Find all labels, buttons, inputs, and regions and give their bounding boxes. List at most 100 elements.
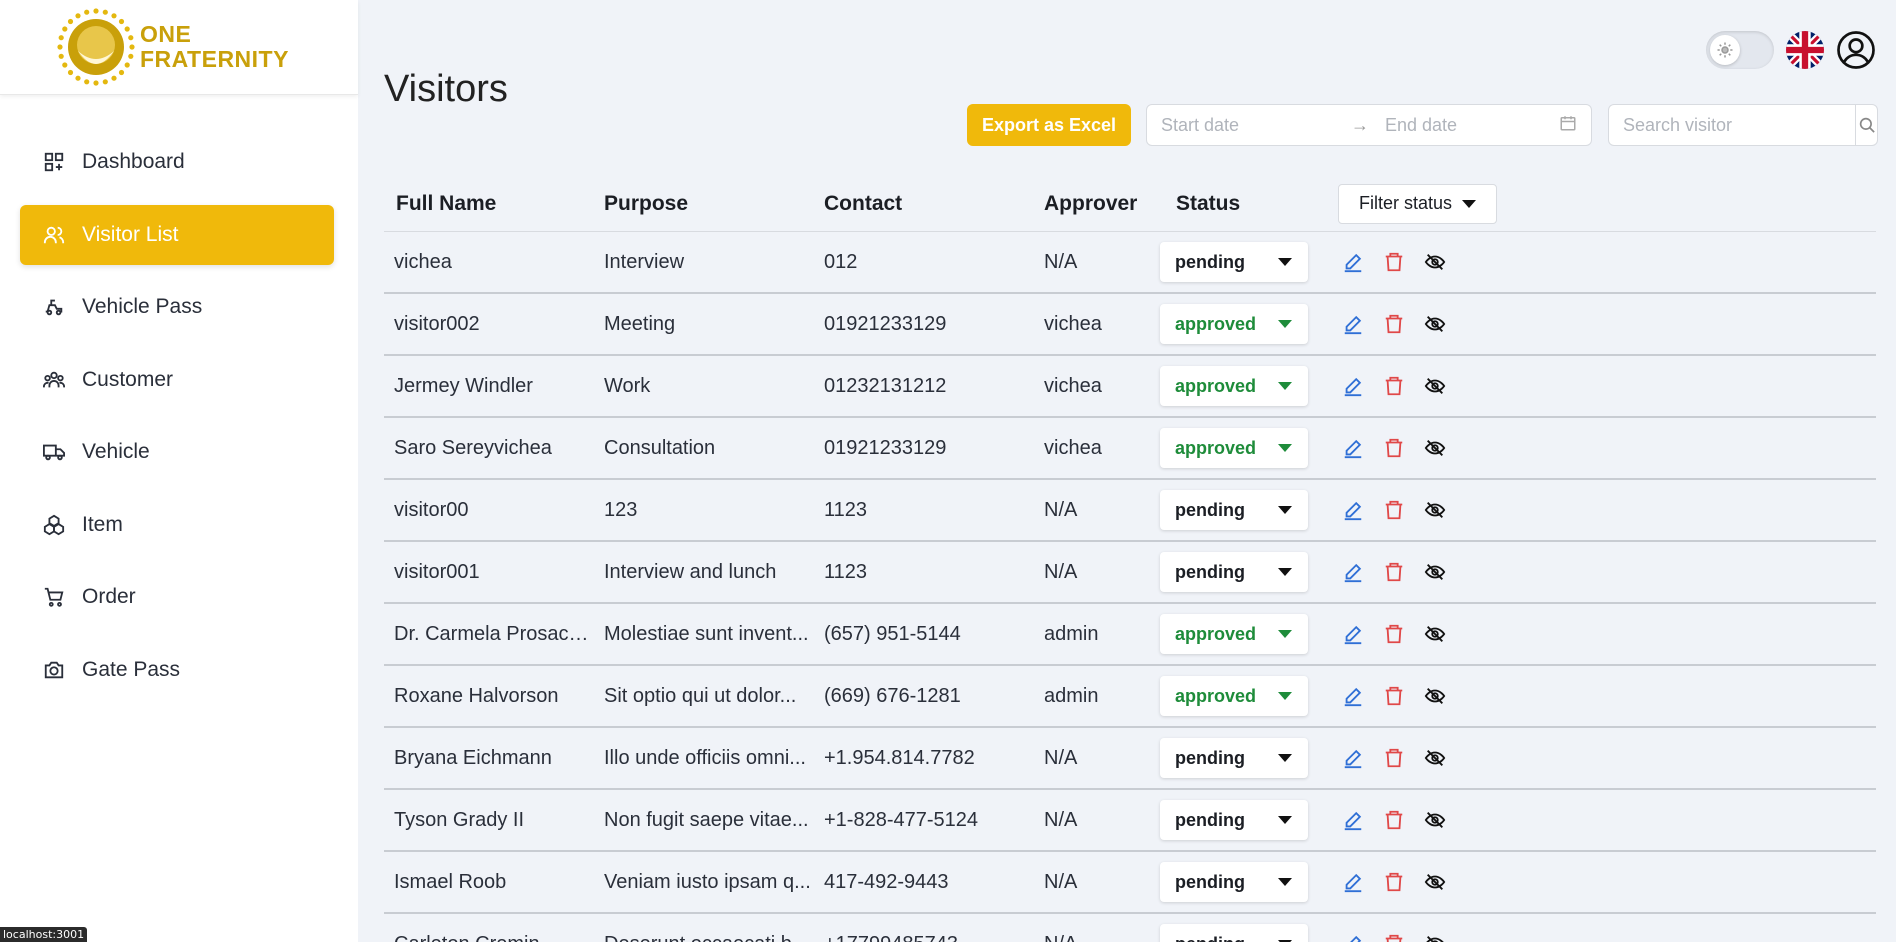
table-row[interactable]: Roxane Halvorson Sit optio qui ut dolor..…	[384, 666, 1876, 728]
table-row[interactable]: visitor00 123 1123 N/A pending	[384, 480, 1876, 542]
edit-icon[interactable]	[1340, 621, 1366, 647]
status-select[interactable]: approved	[1160, 676, 1308, 716]
table-row[interactable]: Bryana Eichmann Illo unde officiis omni..…	[384, 728, 1876, 790]
delete-icon[interactable]	[1381, 683, 1407, 709]
sidebar-item-dashboard[interactable]: Dashboard	[20, 132, 334, 192]
sidebar-item-gate-pass[interactable]: Gate Pass	[20, 640, 334, 700]
column-approver[interactable]: Approver	[1044, 192, 1176, 216]
edit-icon[interactable]	[1340, 249, 1366, 275]
cell-full-name: Tyson Grady II	[394, 808, 525, 831]
edit-icon[interactable]	[1340, 435, 1366, 461]
eye-off-icon[interactable]	[1422, 249, 1448, 275]
brand-logo[interactable]: ONE FRATERNITY	[0, 0, 358, 95]
start-date-input[interactable]: Start date	[1161, 115, 1351, 136]
edit-icon[interactable]	[1340, 869, 1366, 895]
eye-off-icon[interactable]	[1422, 497, 1448, 523]
status-select[interactable]: approved	[1160, 304, 1308, 344]
date-range-picker[interactable]: Start date → End date	[1146, 104, 1592, 146]
sidebar: ONE FRATERNITY Dashboard Visitor List Ve…	[0, 0, 358, 942]
user-account-icon[interactable]	[1836, 30, 1876, 70]
sidebar-item-vehicle[interactable]: Vehicle	[20, 422, 334, 482]
status-value: pending	[1175, 934, 1245, 942]
cell-approver: N/A	[1044, 870, 1078, 893]
cell-actions	[1338, 497, 1876, 523]
eye-off-icon[interactable]	[1422, 373, 1448, 399]
column-status[interactable]: Status	[1176, 192, 1338, 216]
delete-icon[interactable]	[1381, 931, 1407, 942]
eye-off-icon[interactable]	[1422, 683, 1448, 709]
sidebar-item-order[interactable]: Order	[20, 567, 334, 627]
cell-contact: 1123	[824, 498, 868, 521]
status-select[interactable]: pending	[1160, 862, 1308, 902]
table-row[interactable]: Ismael Roob Veniam iusto ipsam q... 417-49…	[384, 852, 1876, 914]
status-select[interactable]: pending	[1160, 924, 1308, 942]
eye-off-icon[interactable]	[1422, 745, 1448, 771]
theme-toggle[interactable]	[1706, 31, 1774, 69]
status-select[interactable]: approved	[1160, 614, 1308, 654]
edit-icon[interactable]	[1340, 931, 1366, 942]
table-row[interactable]: Carleton CreminDeserunt occaecati b...+1…	[384, 914, 1876, 942]
sidebar-item-item[interactable]: Item	[20, 495, 334, 555]
eye-off-icon[interactable]	[1422, 869, 1448, 895]
status-select[interactable]: pending	[1160, 552, 1308, 592]
delete-icon[interactable]	[1381, 373, 1407, 399]
sidebar-item-label: Vehicle	[82, 440, 150, 463]
table-row[interactable]: Tyson Grady II Non fugit saepe vitae... +1…	[384, 790, 1876, 852]
column-purpose[interactable]: Purpose	[604, 192, 824, 216]
status-select[interactable]: pending	[1160, 490, 1308, 530]
status-value: approved	[1175, 623, 1257, 644]
table-row[interactable]: vichea Interview 012 N/A pending	[384, 232, 1876, 294]
delete-icon[interactable]	[1381, 869, 1407, 895]
table-row[interactable]: visitor001 Interview and lunch 1123 N/A pend…	[384, 542, 1876, 604]
column-full-name[interactable]: Full Name	[384, 192, 604, 216]
delete-icon[interactable]	[1381, 311, 1407, 337]
delete-icon[interactable]	[1381, 249, 1407, 275]
sidebar-item-vehicle-pass[interactable]: Vehicle Pass	[20, 277, 334, 337]
status-select[interactable]: approved	[1160, 428, 1308, 468]
delete-icon[interactable]	[1381, 435, 1407, 461]
eye-off-icon[interactable]	[1422, 435, 1448, 461]
search-icon[interactable]	[1855, 105, 1877, 145]
delete-icon[interactable]	[1381, 621, 1407, 647]
table-row[interactable]: Saro Sereyvichea Consultation 01921233129 v…	[384, 418, 1876, 480]
cell-full-name: Saro Sereyvichea	[394, 436, 552, 459]
delete-icon[interactable]	[1381, 745, 1407, 771]
cell-approver: vichea	[1044, 436, 1102, 459]
status-select[interactable]: approved	[1160, 366, 1308, 406]
status-select[interactable]: pending	[1160, 242, 1308, 282]
edit-icon[interactable]	[1340, 373, 1366, 399]
table-row[interactable]: Dr. Carmela Prosacc... Molestiae sunt inv…	[384, 604, 1876, 666]
edit-icon[interactable]	[1340, 497, 1366, 523]
column-contact[interactable]: Contact	[824, 192, 1044, 216]
edit-icon[interactable]	[1340, 683, 1366, 709]
caret-down-icon	[1462, 199, 1477, 208]
brand-line1: ONE	[140, 21, 192, 47]
sidebar-item-visitor-list[interactable]: Visitor List	[20, 204, 334, 265]
cell-contact: 01921233129	[824, 436, 947, 459]
cell-actions	[1338, 745, 1876, 771]
edit-icon[interactable]	[1340, 311, 1366, 337]
eye-off-icon[interactable]	[1422, 311, 1448, 337]
sidebar-item-customer[interactable]: Customer	[20, 350, 334, 410]
edit-icon[interactable]	[1340, 745, 1366, 771]
uk-flag-icon[interactable]	[1786, 31, 1824, 69]
table-row[interactable]: visitor002 Meeting 01921233129 vichea approv…	[384, 294, 1876, 356]
delete-icon[interactable]	[1381, 807, 1407, 833]
cell-purpose: Work	[604, 374, 651, 397]
eye-off-icon[interactable]	[1422, 931, 1448, 942]
delete-icon[interactable]	[1381, 559, 1407, 585]
eye-off-icon[interactable]	[1422, 807, 1448, 833]
search-input[interactable]	[1609, 105, 1855, 145]
delete-icon[interactable]	[1381, 497, 1407, 523]
customer-icon	[42, 368, 66, 392]
status-select[interactable]: pending	[1160, 738, 1308, 778]
filter-status-button[interactable]: Filter status	[1338, 183, 1497, 224]
edit-icon[interactable]	[1340, 559, 1366, 585]
table-row[interactable]: Jermey Windler Work 01232131212 vichea appro…	[384, 356, 1876, 418]
eye-off-icon[interactable]	[1422, 621, 1448, 647]
export-excel-button[interactable]: Export as Excel	[967, 104, 1131, 146]
edit-icon[interactable]	[1340, 807, 1366, 833]
status-select[interactable]: pending	[1160, 800, 1308, 840]
end-date-input[interactable]: End date	[1381, 115, 1559, 136]
eye-off-icon[interactable]	[1422, 559, 1448, 585]
